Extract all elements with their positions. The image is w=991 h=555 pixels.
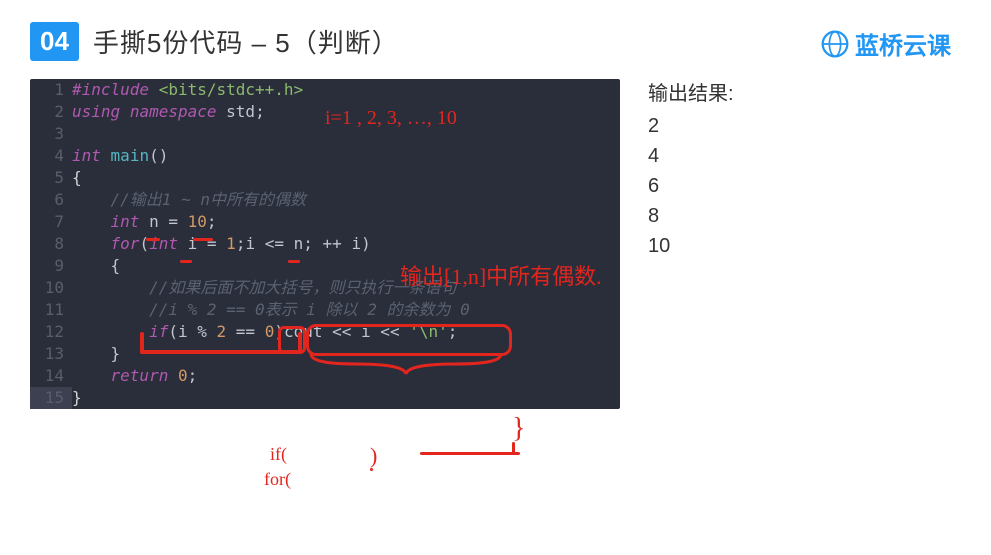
code-content: } [72,343,620,365]
line-number: 7 [30,211,72,233]
line-number: 4 [30,145,72,167]
line-number: 6 [30,189,72,211]
globe-icon [821,30,849,58]
output-line: 8 [648,201,734,231]
code-editor: 1#include <bits/stdc++.h>2using namespac… [30,79,620,409]
line-number: 13 [30,343,72,365]
section-badge: 04 [30,22,79,61]
code-content: for(int i = 1;i <= n; ++ i) [72,233,620,255]
line-number: 5 [30,167,72,189]
code-line: 13 } [30,343,620,365]
output-line: 6 [648,171,734,201]
slide-title: 手撕5份代码 – 5（判断） [93,23,399,60]
code-content: using namespace std; [72,101,620,123]
code-line: 6 //输出1 ~ n中所有的偶数 [30,189,620,211]
code-line: 7 int n = 10; [30,211,620,233]
code-line: 10 //如果后面不加大括号，则只执行一条语句 [30,277,620,299]
annotation-brace: } [512,415,525,443]
code-content: } [72,387,620,409]
slide: 04 手撕5份代码 – 5（判断） 蓝桥云课 1#include <bits/s… [0,0,991,555]
line-number: 14 [30,365,72,387]
line-number: 12 [30,321,72,343]
brand-logo: 蓝桥云课 [821,26,951,61]
code-line: 14 return 0; [30,365,620,387]
code-content: { [72,167,620,189]
code-content: if(i % 2 == 0)cout << i << '\n'; [72,321,620,343]
code-content: int main() [72,145,620,167]
code-content: //i % 2 == 0表示 i 除以 2 的余数为 0 [72,299,620,321]
line-number: 11 [30,299,72,321]
line-number: 8 [30,233,72,255]
code-line: 1#include <bits/stdc++.h> [30,79,620,101]
code-content: //输出1 ~ n中所有的偶数 [72,189,620,211]
line-number: 3 [30,123,72,145]
output-line: 4 [648,141,734,171]
annotation-for: for( [264,470,291,488]
slide-body: 1#include <bits/stdc++.h>2using namespac… [30,79,961,409]
code-content: //如果后面不加大括号，则只执行一条语句 [72,277,620,299]
output-title: 输出结果: [648,79,734,109]
line-number: 9 [30,255,72,277]
code-line: 3 [30,123,620,145]
code-line: 11 //i % 2 == 0表示 i 除以 2 的余数为 0 [30,299,620,321]
code-line: 5{ [30,167,620,189]
annotation-paren: ) [370,445,377,467]
code-content: { [72,255,620,277]
code-content: return 0; [72,365,620,387]
code-line: 15} [30,387,620,409]
code-line: 9 { [30,255,620,277]
line-number: 2 [30,101,72,123]
annotation-if: if( [270,445,287,463]
code-line: 4int main() [30,145,620,167]
scribble-line [420,452,520,455]
code-line: 2using namespace std; [30,101,620,123]
line-number: 15 [30,387,72,409]
scribble-dot [370,468,373,471]
line-number: 1 [30,79,72,101]
output-panel: 输出结果: 2 4 6 8 10 [648,79,734,261]
code-content [72,123,620,145]
output-line: 2 [648,111,734,141]
code-line: 12 if(i % 2 == 0)cout << i << '\n'; [30,321,620,343]
code-content: #include <bits/stdc++.h> [72,79,620,101]
code-content: int n = 10; [72,211,620,233]
output-line: 10 [648,231,734,261]
line-number: 10 [30,277,72,299]
scribble-tick [512,442,515,454]
brand-text: 蓝桥云课 [855,26,951,61]
code-line: 8 for(int i = 1;i <= n; ++ i) [30,233,620,255]
